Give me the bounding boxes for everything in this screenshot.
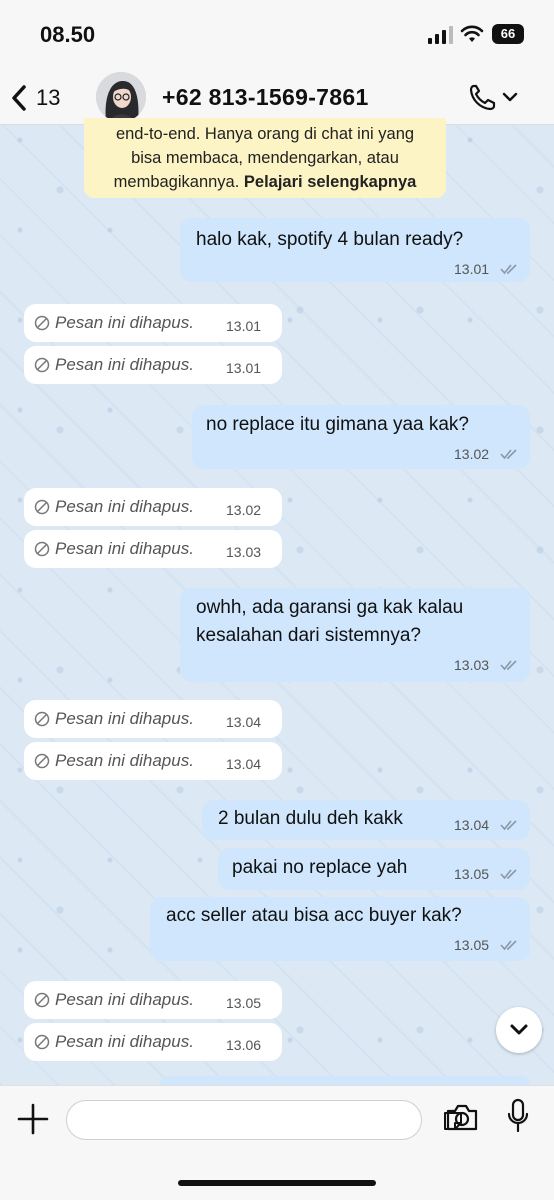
notice-line-2: bisa membaca, mendengarkan, atau — [131, 149, 399, 167]
deleted-message[interactable]: Pesan ini dihapus. 13.04 — [24, 700, 282, 738]
encryption-notice[interactable]: end-to-end. Hanya orang di chat ini yang… — [84, 118, 446, 198]
cellular-signal-icon — [428, 26, 453, 44]
message-text-line-2: kesalahan dari sistemnya? — [196, 625, 421, 646]
contact-avatar[interactable] — [96, 72, 146, 122]
message-time: 13.04 — [226, 756, 262, 772]
scroll-down-button[interactable] — [496, 1007, 542, 1053]
wifi-icon — [460, 25, 484, 42]
deleted-icon — [34, 357, 50, 373]
message-text: Pesan ini dihapus. — [55, 990, 194, 1009]
message-time: 13.02 — [454, 446, 490, 462]
microphone-icon[interactable] — [506, 1098, 530, 1134]
status-bar: 08.50 66 — [0, 0, 554, 70]
camera-icon[interactable] — [445, 1102, 479, 1132]
notice-line-1: end-to-end. Hanya orang di chat ini yang — [115, 125, 415, 143]
back-chevron-icon — [12, 85, 26, 111]
scroll-down-icon — [510, 1024, 528, 1035]
outgoing-message[interactable]: acc seller atau bisa acc buyer kak? 13.0… — [150, 897, 530, 961]
learn-more-link[interactable]: Pelajari selengkapnya — [244, 173, 416, 191]
message-time: 13.05 — [226, 995, 262, 1011]
message-time: 13.05 — [454, 937, 490, 953]
message-time: 13.01 — [226, 318, 262, 334]
deleted-message[interactable]: Pesan ini dihapus. 13.06 — [24, 1023, 282, 1061]
avatar-image — [96, 72, 146, 122]
outgoing-message[interactable]: halo kak, spotify 4 bulan ready? 13.01 — [180, 218, 530, 282]
deleted-message[interactable]: Pesan ini dihapus. 13.03 — [24, 530, 282, 568]
outgoing-message[interactable]: owhh, ada garansi ga kak kalau kesalahan… — [180, 588, 530, 682]
deleted-icon — [34, 1034, 50, 1050]
unread-count: 13 — [36, 85, 61, 110]
message-text: 2 bulan dulu deh kakk — [218, 808, 403, 829]
phone-icon — [469, 84, 496, 111]
message-time: 13.03 — [454, 657, 490, 673]
deleted-icon — [34, 315, 50, 331]
double-check-icon — [500, 820, 517, 831]
double-check-icon — [500, 264, 517, 275]
double-check-icon — [500, 869, 517, 880]
message-time: 13.04 — [454, 817, 490, 833]
double-check-icon — [500, 449, 517, 460]
deleted-message[interactable]: Pesan ini dihapus. 13.02 — [24, 488, 282, 526]
message-text-line-1: owhh, ada garansi ga kak kalau — [196, 597, 464, 618]
contact-name[interactable]: +62 813-1569-7861 — [162, 84, 369, 111]
call-button[interactable] — [468, 82, 524, 114]
message-time: 13.05 — [454, 866, 490, 882]
message-time: 13.06 — [226, 1037, 262, 1053]
deleted-icon — [34, 499, 50, 515]
message-text: halo kak, spotify 4 bulan ready? — [196, 229, 464, 250]
home-indicator[interactable] — [178, 1180, 376, 1186]
message-text: Pesan ini dihapus. — [55, 709, 194, 728]
deleted-icon — [34, 541, 50, 557]
notice-line-3: membagikannya. Pelajari selengkapnya — [113, 173, 417, 191]
outgoing-message-partial[interactable] — [160, 1076, 530, 1085]
message-time: 13.01 — [454, 261, 490, 277]
chat-header: 13 +62 813-1569-7861 — [0, 70, 554, 125]
double-check-icon — [500, 660, 517, 671]
back-button[interactable]: 13 — [10, 80, 80, 116]
chevron-down-icon — [502, 92, 518, 102]
message-text: acc seller atau bisa acc buyer kak? — [166, 905, 462, 926]
deleted-message[interactable]: Pesan ini dihapus. 13.04 — [24, 742, 282, 780]
deleted-icon — [34, 992, 50, 1008]
outgoing-message[interactable]: no replace itu gimana yaa kak? 13.02 — [192, 405, 530, 469]
status-time: 08.50 — [40, 22, 96, 47]
outgoing-message[interactable]: 2 bulan dulu deh kakk 13.04 — [202, 800, 530, 840]
message-time: 13.04 — [226, 714, 262, 730]
message-text: no replace itu gimana yaa kak? — [206, 414, 469, 435]
message-text: Pesan ini dihapus. — [55, 751, 194, 770]
message-text: pakai no replace yah — [232, 857, 408, 878]
message-text: Pesan ini dihapus. — [55, 355, 194, 374]
message-text: Pesan ini dihapus. — [55, 539, 194, 558]
message-text: Pesan ini dihapus. — [55, 313, 194, 332]
battery-indicator: 66 — [492, 24, 524, 44]
message-time: 13.03 — [226, 544, 262, 560]
message-text: Pesan ini dihapus. — [55, 1032, 194, 1051]
deleted-message[interactable]: Pesan ini dihapus. 13.05 — [24, 981, 282, 1019]
plus-icon[interactable] — [16, 1102, 50, 1136]
message-input[interactable] — [66, 1100, 462, 1140]
message-time: 13.02 — [226, 502, 262, 518]
deleted-icon — [34, 711, 50, 727]
double-check-icon — [500, 940, 517, 951]
deleted-icon — [34, 753, 50, 769]
message-time: 13.01 — [226, 360, 262, 376]
deleted-message[interactable]: Pesan ini dihapus. 13.01 — [24, 346, 282, 384]
message-text: Pesan ini dihapus. — [55, 497, 194, 516]
outgoing-message[interactable]: pakai no replace yah 13.05 — [218, 848, 530, 890]
deleted-message[interactable]: Pesan ini dihapus. 13.01 — [24, 304, 282, 342]
